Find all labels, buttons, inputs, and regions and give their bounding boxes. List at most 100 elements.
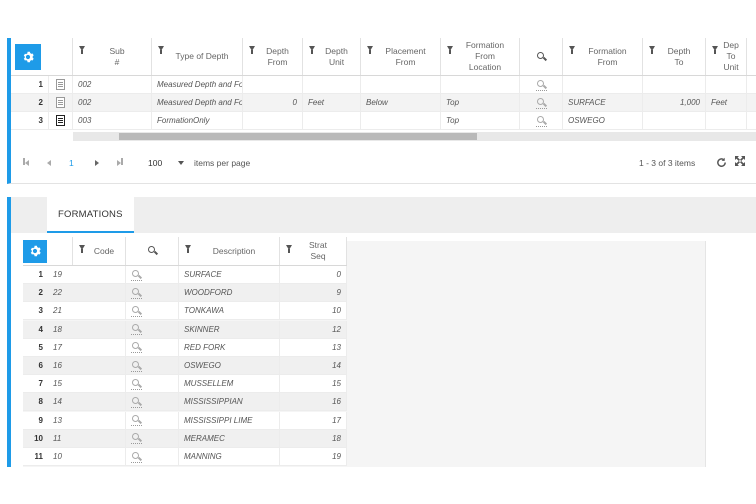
first-page-button[interactable] <box>23 158 29 168</box>
pager: 1 100 items per page 1 - 3 of 3 items <box>11 148 756 178</box>
cell-strat-seq: 17 <box>280 411 347 429</box>
cell-lookup[interactable] <box>126 302 179 320</box>
cell-code: 11 <box>48 429 126 447</box>
filter-icon[interactable] <box>249 46 255 54</box>
cell-formation-from-location: Top <box>441 112 520 129</box>
row-detail-cell[interactable] <box>49 112 73 129</box>
grid-settings-button[interactable] <box>23 239 47 263</box>
filter-icon[interactable] <box>447 46 453 54</box>
scrollbar-thumb[interactable] <box>119 133 477 140</box>
filter-icon[interactable] <box>79 46 85 54</box>
filter-icon[interactable] <box>649 46 655 54</box>
expand-icon[interactable] <box>734 155 746 169</box>
document-icon[interactable] <box>56 97 65 108</box>
cell-lookup[interactable] <box>520 94 563 111</box>
last-page-button[interactable] <box>117 158 123 168</box>
cell-lookup[interactable] <box>520 112 563 129</box>
column-header-depth_from[interactable]: Depth From <box>243 38 303 75</box>
magnifier-icon[interactable] <box>131 269 143 281</box>
cell-placement-from <box>361 112 441 129</box>
cell-lookup[interactable] <box>126 429 179 447</box>
magnifier-icon[interactable] <box>131 451 143 463</box>
magnifier-icon[interactable] <box>535 97 547 109</box>
magnifier-icon[interactable] <box>535 115 547 127</box>
cell-strat-seq: 12 <box>280 320 347 338</box>
tab-formations[interactable]: FORMATIONS <box>47 197 134 233</box>
column-header-placement_from[interactable]: Placement From <box>361 38 441 75</box>
depth-grid-header: Sub # Type of Depth Depth From Depth Unit Place… <box>11 38 756 76</box>
row-detail-cell[interactable] <box>49 94 73 111</box>
table-row[interactable]: 5 17 RED FORK 13 <box>23 338 347 357</box>
column-header-lookup[interactable] <box>126 237 179 265</box>
current-page[interactable]: 1 <box>69 158 74 168</box>
cell-lookup[interactable] <box>126 338 179 356</box>
column-header-strat_seq[interactable]: Strat Seq <box>280 237 347 265</box>
column-header-lookup[interactable] <box>520 38 563 75</box>
filter-icon[interactable] <box>158 46 164 54</box>
magnifier-icon[interactable] <box>131 305 143 317</box>
page-size-select[interactable]: 100 <box>148 158 162 168</box>
magnifier-icon[interactable] <box>131 360 143 372</box>
table-row[interactable]: 3 003 FormationOnly Top OSWEGO <box>11 112 756 130</box>
cell-lookup[interactable] <box>126 448 179 465</box>
filter-icon[interactable] <box>367 46 373 54</box>
cell-lookup[interactable] <box>126 320 179 338</box>
magnifier-icon[interactable] <box>147 245 158 257</box>
column-header-depth_to[interactable]: Depth To <box>643 38 706 75</box>
filter-icon[interactable] <box>185 245 191 253</box>
refresh-icon[interactable] <box>716 157 727 170</box>
table-row[interactable]: 6 16 OSWEGO 14 <box>23 357 347 375</box>
table-row[interactable]: 7 15 MUSSELLEM 15 <box>23 375 347 394</box>
magnifier-icon[interactable] <box>131 323 143 336</box>
column-header-formation_from_location[interactable]: Formation From Location <box>441 38 520 75</box>
chevron-down-icon[interactable] <box>178 161 184 165</box>
document-icon[interactable] <box>56 115 65 126</box>
cell-lookup[interactable] <box>126 357 179 374</box>
magnifier-icon[interactable] <box>536 51 547 63</box>
column-header-formation_from[interactable]: Formation From <box>563 38 643 75</box>
magnifier-icon[interactable] <box>131 341 143 354</box>
horizontal-scrollbar[interactable] <box>73 132 756 141</box>
cell-lookup[interactable] <box>126 411 179 429</box>
document-icon[interactable] <box>56 79 65 90</box>
magnifier-icon[interactable] <box>131 414 143 427</box>
cell-lookup[interactable] <box>126 393 179 411</box>
table-row[interactable]: 3 21 TONKAWA 10 <box>23 302 347 321</box>
cell-lookup[interactable] <box>126 284 179 302</box>
column-header-code[interactable]: Code <box>73 237 126 265</box>
magnifier-icon[interactable] <box>131 396 143 408</box>
table-row[interactable]: 11 10 MANNING 19 <box>23 448 347 466</box>
table-row[interactable]: 9 13 MISSISSIPPI LIME 17 <box>23 411 347 430</box>
magnifier-icon[interactable] <box>131 432 143 445</box>
table-row[interactable]: 2 22 WOODFORD 9 <box>23 284 347 303</box>
table-row[interactable]: 1 002Measured Depth and Formati... <box>11 76 756 94</box>
table-row[interactable]: 8 14 MISSISSIPPIAN 16 <box>23 393 347 412</box>
cell-formation-from-location <box>441 76 520 93</box>
column-header-sub[interactable]: Sub # <box>73 38 152 75</box>
column-header-description[interactable]: Description <box>179 237 280 265</box>
table-row[interactable]: 1 19 SURFACE 0 <box>23 266 347 284</box>
filter-icon[interactable] <box>309 46 315 54</box>
magnifier-icon[interactable] <box>131 287 143 299</box>
grid-settings-button[interactable] <box>15 43 41 70</box>
cell-lookup[interactable] <box>520 76 563 93</box>
filter-icon[interactable] <box>286 245 292 253</box>
table-row[interactable]: 2002Measured Depth and Formati...0FeetBe… <box>11 94 756 112</box>
filter-icon[interactable] <box>712 46 718 54</box>
table-row[interactable]: 4 18 SKINNER 12 <box>23 320 347 339</box>
filter-icon[interactable] <box>79 245 85 253</box>
cell-lookup[interactable] <box>126 266 179 283</box>
row-detail-cell[interactable] <box>49 76 73 93</box>
column-header-type[interactable]: Type of Depth <box>152 38 243 75</box>
cell-depth-to-unit: Feet <box>706 94 747 111</box>
filter-icon[interactable] <box>569 46 575 54</box>
table-row[interactable]: 10 11 MERAMEC 18 <box>23 429 347 448</box>
magnifier-icon[interactable] <box>535 79 547 91</box>
cell-lookup[interactable] <box>126 375 179 393</box>
magnifier-icon[interactable] <box>131 378 143 390</box>
prev-page-button[interactable] <box>47 158 51 168</box>
column-header-depth_unit[interactable]: Depth Unit <box>303 38 361 75</box>
next-page-button[interactable] <box>95 158 99 168</box>
column-header-depth_to_unit[interactable]: Dep To Unit <box>706 38 747 75</box>
cell-description: SURFACE <box>179 266 280 283</box>
